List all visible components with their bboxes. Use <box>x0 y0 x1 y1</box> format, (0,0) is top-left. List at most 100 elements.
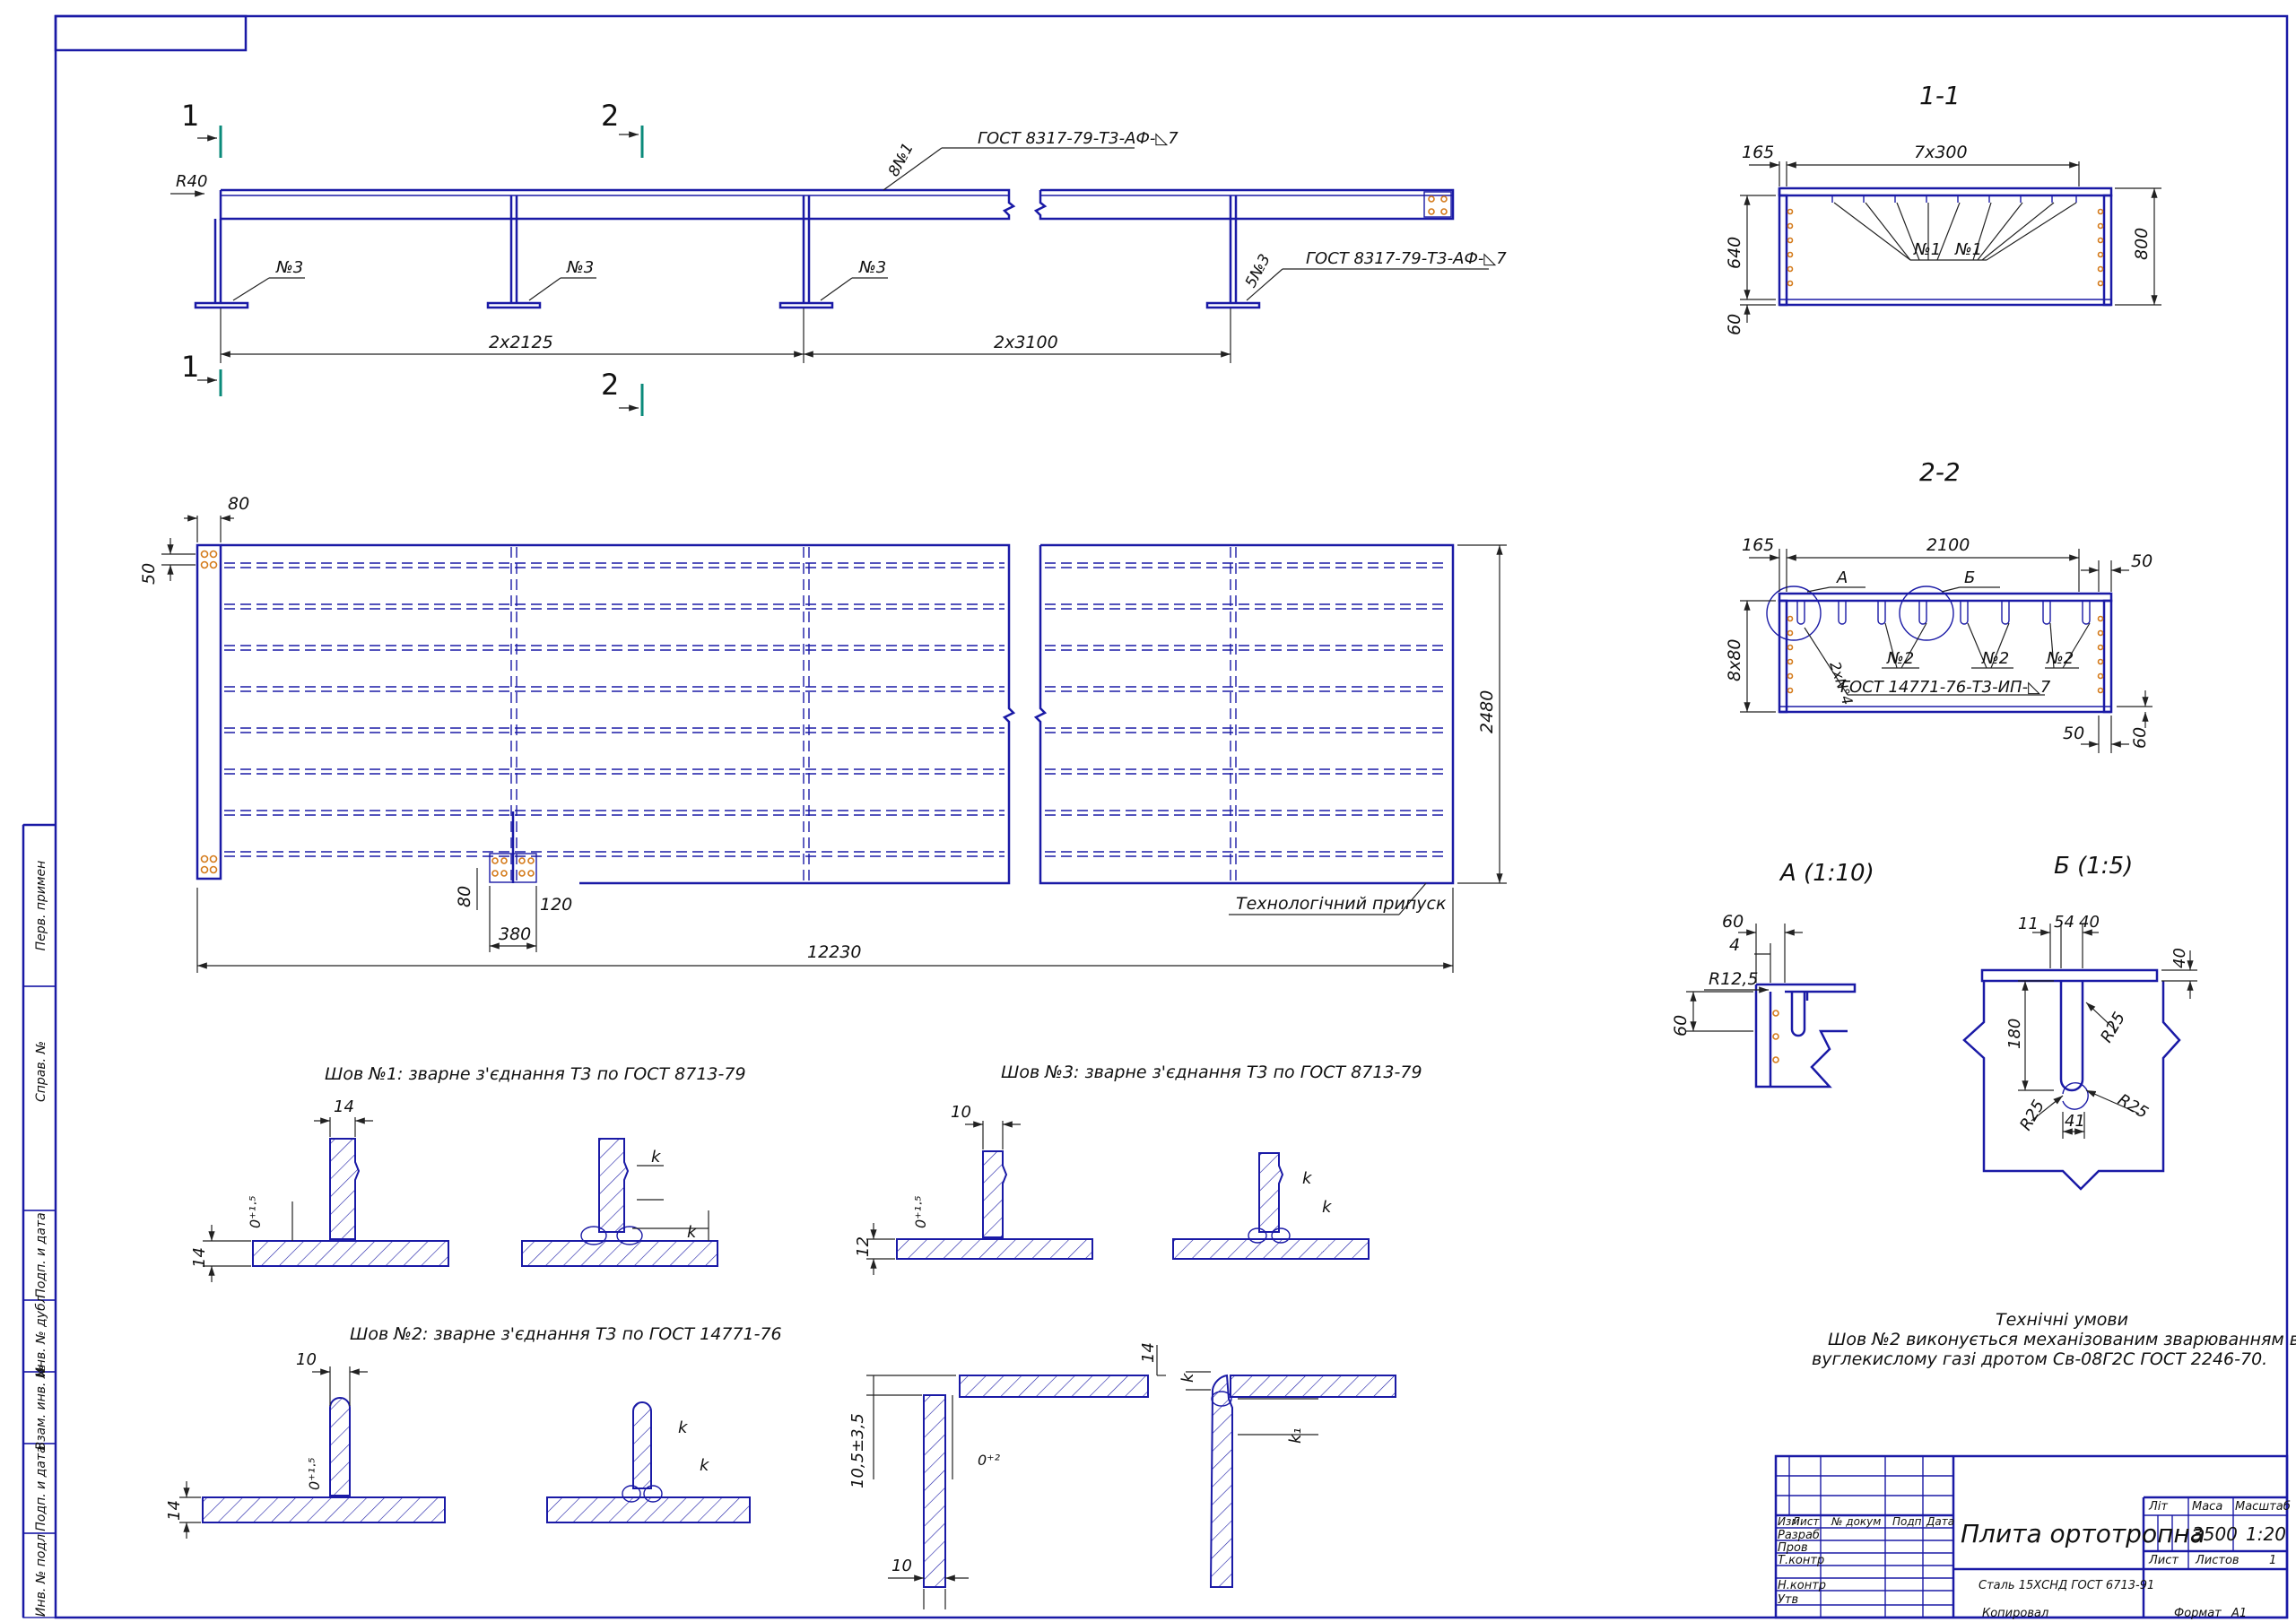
weld-3-title: Шов №3: зварне з'єднання Т3 по ГОСТ 8713… <box>1001 1063 1422 1082</box>
rib-count-label: 8№1 <box>885 140 918 179</box>
tb-mass-header: Маса <box>2192 1500 2222 1514</box>
gap-w1: 0⁺¹·⁵ <box>247 1195 264 1228</box>
dim-50a: 50 <box>2131 551 2152 571</box>
dim-2x3100: 2x3100 <box>994 333 1058 352</box>
tb-lit: Літ <box>2148 1500 2168 1514</box>
dim-10-w2: 10 <box>296 1350 317 1369</box>
dim-10-w3: 10 <box>951 1103 971 1122</box>
dim-800: 800 <box>2132 228 2152 260</box>
tb-col: Дата <box>1926 1515 1954 1528</box>
item-3-label: №3 <box>566 258 594 277</box>
tb-format: Формат <box>2174 1607 2222 1620</box>
r25-label-a: R25 <box>2097 1009 2129 1045</box>
cut-2-bottom: 2 <box>601 368 619 402</box>
tb-sheets: Листов <box>2195 1554 2239 1567</box>
dim-60v-detA: 60 <box>1671 1015 1691 1037</box>
sidebar-label: Инв. № подл <box>34 1534 48 1617</box>
tb-copied: Копировал <box>1982 1607 2048 1620</box>
notes-line-1: Шов №2 виконується механізованим зварюва… <box>1828 1330 2296 1349</box>
item-2-label: №2 <box>1886 649 1914 668</box>
weld-spec-right: ГОСТ 8317-79-Т3-АФ-◺7 <box>1306 249 1507 268</box>
tb-format-value: А1 <box>2231 1607 2247 1620</box>
gap-w2: 0⁺¹·⁵ <box>306 1457 323 1490</box>
cut-2-top: 2 <box>601 99 619 133</box>
sidebar-label: Инв. № дубл <box>34 1295 48 1376</box>
tb-scale: 1:20 <box>2246 1523 2286 1545</box>
k1-label-corner: k₁ <box>1286 1427 1305 1444</box>
dim-40v: 40 <box>2170 948 2189 968</box>
r12-5-label: R12,5 <box>1709 969 1759 989</box>
dim-14-corner: 14 <box>1139 1342 1158 1363</box>
sidebar-label: Справ. № <box>34 1041 48 1102</box>
tb-mass: 3500 <box>2192 1523 2238 1545</box>
allowance-note: Технологічний припуск <box>1236 894 1447 914</box>
r25-label-c: R25 <box>2115 1090 2152 1123</box>
plan-view: 80 50 2480 12230 380 80 120 Технологічни… <box>139 494 1507 973</box>
item-1-label: №1 <box>1913 240 1941 259</box>
sidebar-label: Подп. и дата <box>34 1212 48 1297</box>
cut-1-bottom: 1 <box>181 350 199 384</box>
dim-380: 380 <box>499 924 531 944</box>
k-label-w3b: k <box>1322 1198 1333 1217</box>
dim-180: 180 <box>2005 1019 2024 1049</box>
sidebar-label: Перв. примен <box>34 861 48 951</box>
transverse-ribs <box>510 547 1237 880</box>
tb-col: Лист <box>1791 1515 1820 1528</box>
dim-14-w1: 14 <box>334 1097 354 1116</box>
material-spec: Сталь 15ХСНД ГОСТ 6713-91 <box>1979 1579 2154 1592</box>
cut-1-top: 1 <box>181 99 199 133</box>
dim-50b: 50 <box>2063 724 2084 743</box>
item-1-label: №1 <box>1954 240 1982 259</box>
dim-2100: 2100 <box>1926 535 1970 555</box>
dim-54: 54 <box>2054 913 2074 932</box>
sidebar-label: Взам. инв. № <box>34 1365 48 1450</box>
longitudinal-ribs <box>224 562 1448 857</box>
sidebar-stamp: Перв. примен Справ. № Подп. и дата Инв. … <box>22 824 57 1618</box>
notes-line-2: вуглекислому газі дротом Св-08Г2С ГОСТ 2… <box>1812 1349 2267 1369</box>
section-2-2-ribs <box>1796 601 2091 625</box>
k-label-w2b: k <box>700 1456 710 1475</box>
weld-1-title: Шов №1: зварне з'єднання Т3 по ГОСТ 8713… <box>325 1064 746 1084</box>
dim-7x300: 7x300 <box>1914 143 1968 162</box>
r40-label: R40 <box>176 172 207 191</box>
item-3-count: 5№3 <box>1242 251 1274 291</box>
gap-w3: 0⁺¹·⁵ <box>912 1195 929 1228</box>
tb-col: Подп <box>1892 1515 1922 1528</box>
dim-80: 80 <box>228 494 249 514</box>
k-label-w1: k <box>651 1148 662 1167</box>
item-2-label: №2 <box>2046 649 2074 668</box>
item-3-label: №3 <box>858 258 886 277</box>
section-1-1: 1-1 №1 №1 165 7x300 640 60 800 <box>1725 81 2161 335</box>
dim-11: 11 <box>2018 915 2039 933</box>
dim-165b: 165 <box>1742 535 1774 555</box>
item-3-label: №3 <box>275 258 303 277</box>
dim-2480: 2480 <box>1477 690 1497 733</box>
k-label-w3: k <box>1302 1169 1313 1188</box>
dim-8x80: 8x80 <box>1725 638 1744 681</box>
tb-sheets-n: 1 <box>2269 1554 2276 1567</box>
detail-b-title: Б (1:5) <box>2054 853 2133 880</box>
tb-col: № докум <box>1831 1515 1881 1528</box>
detail-b-marker: Б <box>1964 568 1975 587</box>
weld-spec-top: ГОСТ 8317-79-Т3-АФ-◺7 <box>978 129 1178 148</box>
weld-spec-14771: ГОСТ 14771-76-Т3-ИП-◺7 <box>1840 678 2051 697</box>
dim-10-corner: 10 <box>891 1557 912 1575</box>
dim-14-w2: 14 <box>165 1500 184 1521</box>
tb-role: Разраб <box>1778 1529 1820 1542</box>
dim-60b: 60 <box>2130 727 2150 749</box>
dim-12230: 12230 <box>807 942 861 962</box>
gap-corner: 0⁺² <box>978 1452 1001 1469</box>
dim-41: 41 <box>2065 1112 2085 1131</box>
dim-12-w3: 12 <box>854 1236 873 1257</box>
dim-14b-w1: 14 <box>190 1247 209 1268</box>
notes-title: Технічні умови <box>1996 1310 2128 1330</box>
tb-scale-header: Масштаб <box>2235 1500 2291 1514</box>
detail-b: Б (1:5) 11 54 40 40 180 R25 R25 R25 41 <box>1962 853 2197 1191</box>
dim-165: 165 <box>1742 143 1774 162</box>
elevation-view: R40 ГОСТ 8317-79-Т3-АФ-◺7 8№1 №3 №3 №3 5… <box>170 129 1507 363</box>
detail-a-marker: А <box>1836 568 1848 587</box>
section-2-2-title: 2-2 <box>1919 457 1961 487</box>
tb-role: Утв <box>1778 1593 1798 1607</box>
dim-105: 10,5±3,5 <box>848 1413 867 1488</box>
dim-50: 50 <box>139 563 159 585</box>
